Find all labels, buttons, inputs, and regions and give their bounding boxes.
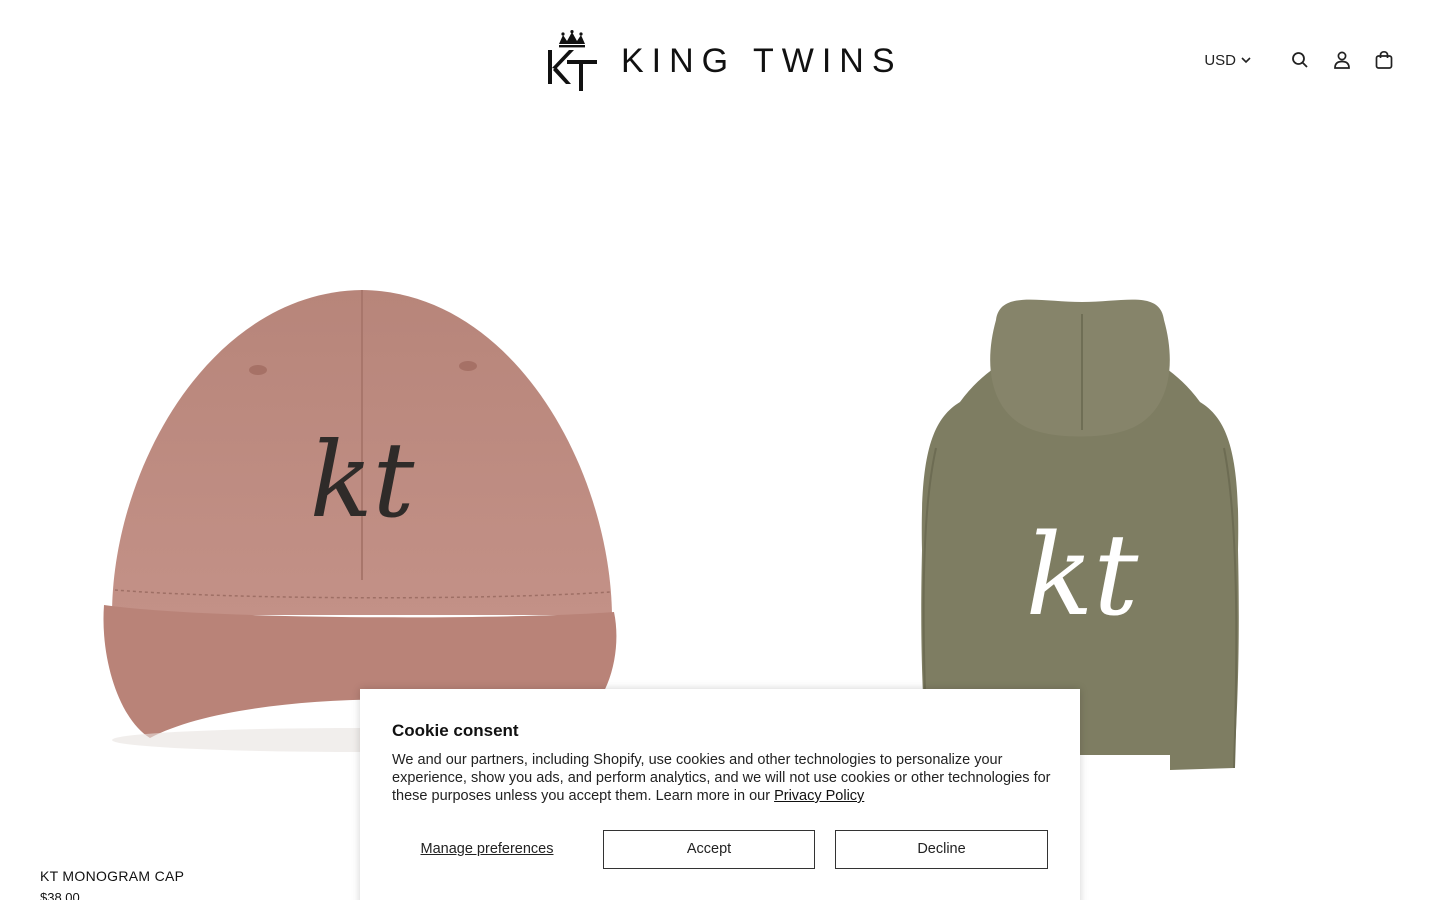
privacy-policy-link[interactable]: Privacy Policy bbox=[774, 788, 864, 804]
cookie-consent-title: Cookie consent bbox=[392, 721, 519, 740]
cookie-consent-text: We and our partners, including Shopify, … bbox=[392, 751, 1052, 805]
account-icon bbox=[1334, 51, 1350, 69]
currency-label: USD bbox=[1204, 51, 1236, 69]
cap-monogram: kt bbox=[310, 419, 415, 541]
decline-button[interactable]: Decline bbox=[835, 829, 1048, 869]
brand-wordmark: KING TWINS bbox=[621, 41, 903, 80]
product-title[interactable]: KT MONOGRAM CAP bbox=[40, 868, 184, 884]
chevron-down-icon bbox=[1241, 57, 1251, 64]
search-button[interactable] bbox=[1288, 48, 1312, 72]
currency-selector[interactable]: USD bbox=[1204, 52, 1252, 69]
crown-monogram-icon bbox=[548, 30, 597, 91]
cookie-consent-actions: Manage preferences Accept Decline bbox=[392, 829, 1048, 869]
search-icon bbox=[1292, 52, 1308, 68]
cookie-consent-dialog: Cookie consent We and our partners, incl… bbox=[360, 689, 1080, 900]
product-price: $38.00 bbox=[40, 890, 80, 900]
site-header: KING TWINS USD bbox=[0, 0, 1440, 120]
accept-button[interactable]: Accept bbox=[603, 829, 815, 869]
cookie-consent-body: We and our partners, including Shopify, … bbox=[392, 752, 1051, 804]
header-actions: USD bbox=[1204, 48, 1396, 72]
cart-button[interactable] bbox=[1372, 48, 1396, 72]
hoodie-monogram: kt bbox=[1026, 511, 1140, 641]
cart-icon bbox=[1375, 50, 1393, 69]
brand-logo[interactable]: KING TWINS bbox=[545, 30, 903, 92]
manage-preferences-button[interactable]: Manage preferences bbox=[392, 841, 582, 857]
account-button[interactable] bbox=[1330, 48, 1354, 72]
